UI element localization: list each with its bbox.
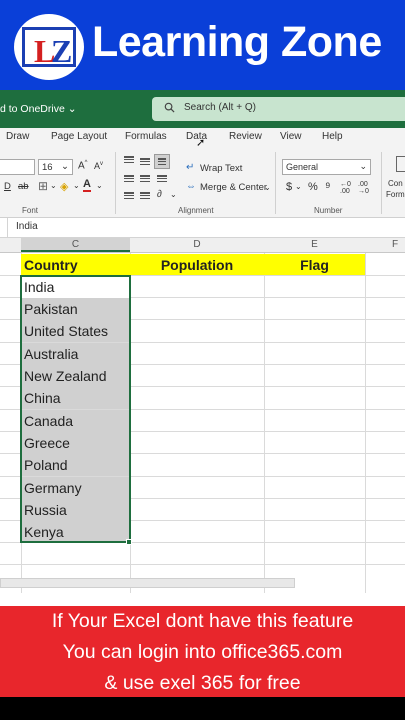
country-cell[interactable]: New Zealand [21, 365, 129, 387]
caption-line-2: You can login into office365.com [62, 641, 343, 663]
channel-logo: L Z [14, 14, 84, 80]
search-placeholder: Search (Alt + Q) [184, 102, 256, 113]
chevron-down-icon: ⌄ [61, 161, 69, 172]
horizontal-scrollbar[interactable] [0, 578, 295, 588]
save-to-onedrive-label: d to OneDrive [0, 103, 65, 115]
country-cell[interactable]: Greece [21, 432, 129, 454]
chevron-down-icon: ⌄ [67, 103, 77, 115]
country-cell[interactable]: India [21, 276, 129, 298]
country-cell[interactable]: United States [21, 320, 129, 342]
comma-style-icon[interactable]: ⁹ [325, 179, 331, 194]
header-cell-flag[interactable]: Flag [264, 254, 365, 275]
strikethrough-icon[interactable]: ab [18, 181, 29, 192]
excel-title-bar: d to OneDrive ⌄ Search (Alt + Q) [0, 90, 405, 128]
tab-review[interactable]: Review [229, 131, 262, 142]
group-divider [275, 152, 276, 214]
increase-font-icon[interactable]: A^ [78, 160, 88, 171]
name-box-edge [0, 218, 8, 237]
chevron-down-icon: ⌄ [73, 181, 80, 190]
caption-line-3: & use exel 365 for free [104, 672, 301, 694]
column-header-e[interactable]: E [264, 239, 365, 250]
alignment-group-label: Alignment [178, 206, 214, 215]
wrap-text-button[interactable]: Wrap Text [200, 163, 242, 174]
group-divider [115, 152, 116, 214]
column-headers: C D E F [0, 238, 405, 253]
save-to-onedrive-button[interactable]: d to OneDrive ⌄ [0, 103, 77, 115]
country-cell[interactable]: Pakistan [21, 298, 129, 320]
chevron-down-icon: ⌄ [359, 161, 367, 171]
merge-center-icon: ⇔ [186, 181, 196, 192]
wrap-text-icon: ↵ [186, 162, 195, 173]
country-cell[interactable]: China [21, 387, 129, 409]
tab-formulas[interactable]: Formulas [125, 131, 167, 142]
conditional-formatting-label-2[interactable]: Form [386, 190, 405, 199]
tab-draw[interactable]: Draw [6, 131, 29, 142]
header-cell-country[interactable]: Country [21, 254, 130, 275]
align-middle-icon[interactable] [140, 158, 150, 165]
country-cell[interactable]: Australia [21, 343, 129, 365]
country-cell[interactable]: Poland [21, 454, 129, 476]
group-divider [381, 152, 382, 214]
increase-decimal-icon[interactable]: ←0.00 [340, 181, 351, 195]
search-icon [164, 102, 175, 113]
decrease-font-icon[interactable]: Av [94, 161, 103, 171]
country-cell[interactable]: Germany [21, 477, 129, 499]
align-center-icon[interactable] [140, 175, 150, 182]
caption-line-1: If Your Excel dont have this feature [51, 610, 354, 632]
search-box[interactable]: Search (Alt + Q) [152, 97, 405, 121]
logo-frame: L Z [22, 27, 76, 69]
fill-color-icon[interactable]: ◈ [60, 180, 68, 193]
align-right-icon[interactable] [157, 175, 167, 182]
chevron-down-icon: ⌄ [264, 183, 271, 192]
formula-bar[interactable]: India [0, 218, 405, 238]
column-header-f[interactable]: F [365, 239, 405, 250]
align-bottom-icon[interactable] [154, 154, 170, 169]
video-caption: If Your Excel dont have this feature You… [0, 606, 405, 697]
number-group-label: Number [314, 206, 343, 215]
chevron-down-icon: ⌄ [295, 182, 302, 191]
ribbon: 16 ⌄ A^ Av D ab ⊞ ⌄ ◈ ⌄ A ⌄ Font ∂ ⌄ ↵ Wr… [0, 148, 405, 218]
orientation-icon[interactable]: ∂ [157, 189, 162, 200]
increase-indent-icon[interactable] [140, 192, 150, 199]
chevron-down-icon: ⌄ [170, 190, 177, 199]
font-group-label: Font [22, 206, 39, 215]
country-cell[interactable]: Canada [21, 410, 129, 432]
font-color-icon[interactable]: A [83, 179, 91, 192]
font-size-value: 16 [42, 162, 53, 173]
tab-page-layout[interactable]: Page Layout [51, 131, 107, 142]
logo-letter-z: Z [51, 33, 73, 69]
column-header-d[interactable]: D [130, 239, 264, 250]
fill-handle[interactable] [126, 539, 132, 545]
column-header-c[interactable]: C [21, 239, 130, 250]
decrease-decimal-icon[interactable]: .00 →0 [358, 181, 369, 195]
tab-help[interactable]: Help [322, 131, 343, 142]
font-name-dropdown[interactable] [0, 159, 35, 175]
align-top-icon[interactable] [124, 156, 134, 163]
merge-center-button[interactable]: Merge & Center [200, 182, 267, 193]
formula-bar-value[interactable]: India [16, 221, 38, 232]
font-size-dropdown[interactable]: 16 ⌄ [38, 159, 73, 175]
number-format-dropdown[interactable]: General ⌄ [282, 159, 371, 175]
header-cell-population[interactable]: Population [130, 254, 264, 275]
country-cell[interactable]: Kenya [21, 521, 129, 543]
country-cell[interactable]: Russia [21, 499, 129, 521]
conditional-formatting-icon[interactable] [396, 156, 405, 172]
ribbon-tabs: Draw Page Layout Formulas Data ➚ Review … [0, 128, 405, 149]
tab-view[interactable]: View [280, 131, 302, 142]
decrease-indent-icon[interactable] [124, 192, 134, 199]
currency-icon[interactable]: $ [286, 181, 292, 193]
channel-banner: L Z Learning Zone [0, 0, 405, 90]
number-format-value: General [286, 162, 319, 172]
chevron-down-icon: ⌄ [96, 181, 103, 190]
align-left-icon[interactable] [124, 175, 134, 182]
banner-title: Learning Zone [92, 18, 382, 66]
spreadsheet-grid[interactable]: C D E F Country Population Flag India Pa… [0, 238, 405, 606]
conditional-formatting-label[interactable]: Con [388, 179, 403, 188]
borders-icon[interactable]: ⊞ [38, 179, 48, 193]
gridline [0, 564, 405, 565]
chevron-down-icon: ⌄ [50, 181, 57, 190]
percent-icon[interactable]: % [308, 181, 318, 193]
underline-icon[interactable]: D [4, 181, 11, 192]
